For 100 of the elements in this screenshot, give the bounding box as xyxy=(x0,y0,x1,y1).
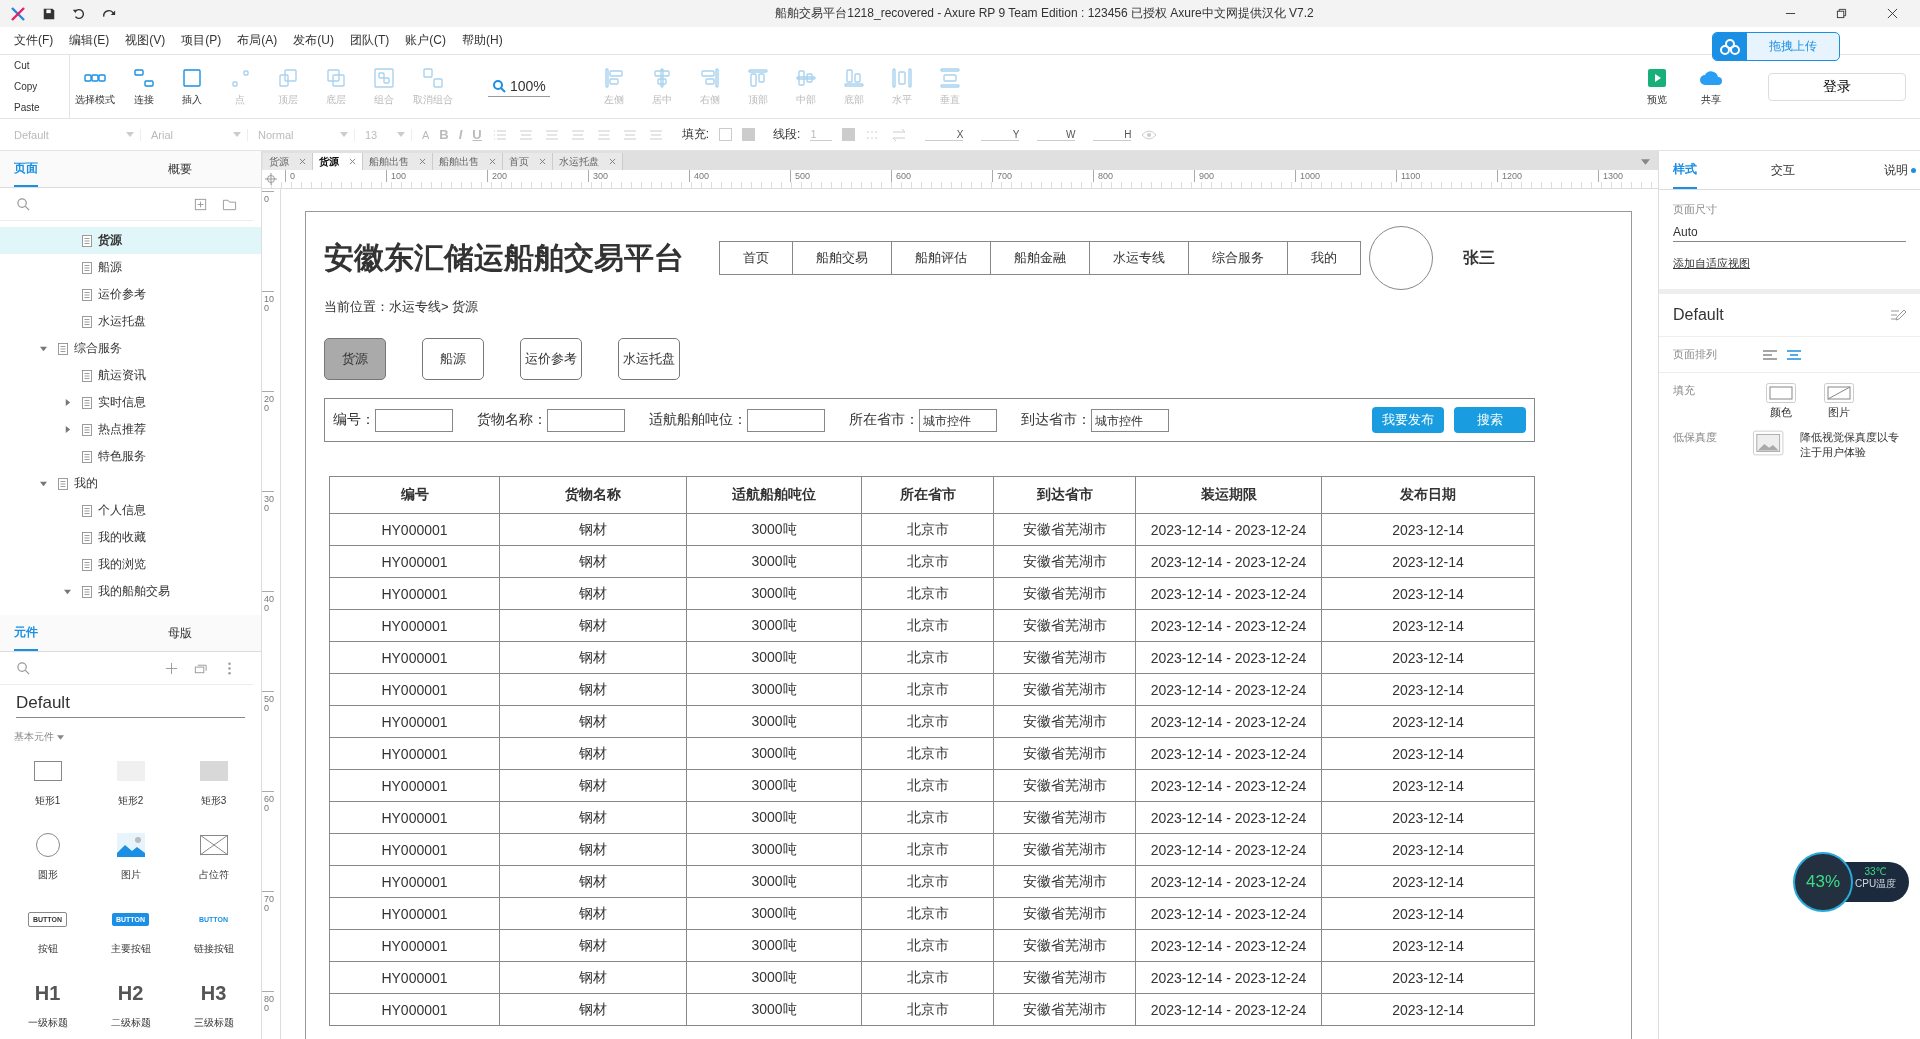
clipboard-button[interactable]: Cut xyxy=(14,60,69,71)
input-field[interactable] xyxy=(375,408,453,432)
nav-item[interactable]: 首页 xyxy=(720,242,793,274)
menu-item[interactable]: 账户(C) xyxy=(397,32,454,49)
page-item[interactable]: 热点推荐 xyxy=(0,416,261,443)
page-tab[interactable]: 水运托盘 xyxy=(553,153,623,170)
nav-item[interactable]: 船舶评估 xyxy=(892,242,991,274)
page-item[interactable]: 我的浏览 xyxy=(0,551,261,578)
nav-item[interactable]: 我的 xyxy=(1288,242,1360,274)
image-fill-icon[interactable] xyxy=(1824,383,1854,403)
input-field[interactable]: 城市控件 xyxy=(919,408,997,432)
coordinate-field[interactable]: X xyxy=(925,128,964,141)
adaptive-view-link[interactable]: 添加自适应视图 xyxy=(1673,256,1906,271)
login-button[interactable]: 登录 xyxy=(1768,72,1906,101)
page-item[interactable]: 船源 xyxy=(0,254,261,281)
menu-item[interactable]: 文件(F) xyxy=(6,32,62,49)
page-item[interactable]: 运价参考 xyxy=(0,281,261,308)
caret-icon[interactable] xyxy=(63,426,71,433)
sub-tab[interactable]: 船源 xyxy=(422,338,484,380)
section-label[interactable]: 基本元件 xyxy=(14,730,54,744)
line-color-swatch[interactable] xyxy=(842,128,856,141)
color-fill-icon[interactable] xyxy=(1766,383,1796,403)
sub-tab[interactable]: 货源 xyxy=(324,338,386,380)
toolbar-button[interactable]: 连接 xyxy=(125,66,163,107)
page-tab[interactable]: 首页 xyxy=(503,153,553,170)
caret-icon[interactable] xyxy=(39,345,47,352)
maximize-icon[interactable] xyxy=(1836,8,1847,19)
panel-tab[interactable]: 说明 xyxy=(1827,152,1920,188)
menu-item[interactable]: 布局(A) xyxy=(229,32,286,49)
sub-tab[interactable]: 运价参考 xyxy=(520,338,582,380)
page-size-dropdown[interactable]: Auto xyxy=(1673,217,1906,242)
edit-icon[interactable] xyxy=(1890,307,1906,323)
image-icon[interactable] xyxy=(1753,430,1784,456)
menu-item[interactable]: 视图(V) xyxy=(117,32,174,49)
widget-item[interactable]: 图片 xyxy=(89,830,172,882)
caret-icon[interactable] xyxy=(63,588,71,595)
coordinate-field[interactable]: W xyxy=(1037,128,1076,141)
search-icon[interactable] xyxy=(16,660,31,676)
panel-tab[interactable]: 概要 xyxy=(98,152,261,186)
clipboard-button[interactable]: Copy xyxy=(14,81,69,92)
widget-item[interactable]: 矩形2 xyxy=(89,756,172,808)
save-icon[interactable] xyxy=(42,6,56,21)
fill-swatch[interactable] xyxy=(719,128,733,141)
page-item[interactable]: 货源 xyxy=(0,227,261,254)
nav-item[interactable]: 船舶金融 xyxy=(991,242,1090,274)
library-dropdown[interactable]: Default xyxy=(16,693,245,718)
page-tab[interactable]: 船舶出售 xyxy=(433,153,503,170)
nav-item[interactable]: 水运专线 xyxy=(1090,242,1189,274)
undo-icon[interactable] xyxy=(72,6,86,21)
align-left-icon[interactable] xyxy=(1763,349,1777,360)
menu-item[interactable]: 编辑(E) xyxy=(61,32,118,49)
menu-item[interactable]: 项目(P) xyxy=(173,32,230,49)
page-item[interactable]: 个人信息 xyxy=(0,497,261,524)
caret-icon[interactable] xyxy=(1641,159,1650,165)
widget-item[interactable]: 占位符 xyxy=(172,830,255,882)
page-item[interactable]: 特色服务 xyxy=(0,443,261,470)
input-field[interactable] xyxy=(547,408,625,432)
page-tab[interactable]: 货源 xyxy=(313,153,363,170)
search-icon[interactable] xyxy=(16,196,31,212)
widget-item[interactable]: 矩形1 xyxy=(6,756,89,808)
page-item[interactable]: 实时信息 xyxy=(0,389,261,416)
caret-icon[interactable] xyxy=(57,734,64,740)
page-tab[interactable]: 货源 xyxy=(263,153,313,170)
widget-item[interactable]: H2 二级标题 xyxy=(89,978,172,1030)
widget-item[interactable]: 圆形 xyxy=(6,830,89,882)
input-field[interactable]: 城市控件 xyxy=(1091,408,1169,432)
page-tab[interactable]: 船舶出售 xyxy=(363,153,433,170)
menu-item[interactable]: 团队(T) xyxy=(342,32,398,49)
caret-icon[interactable] xyxy=(39,480,47,487)
nav-item[interactable]: 综合服务 xyxy=(1189,242,1288,274)
shadow-swatch[interactable] xyxy=(742,128,756,141)
coordinate-field[interactable]: H xyxy=(1093,128,1132,141)
page-item[interactable]: 综合服务 xyxy=(0,335,261,362)
toolbar-button[interactable]: 预览 xyxy=(1638,66,1676,107)
page-item[interactable]: 航运资讯 xyxy=(0,362,261,389)
toolbar-button[interactable]: 共享 xyxy=(1692,66,1730,107)
menu-item[interactable]: 帮助(H) xyxy=(454,32,511,49)
toolbar-button[interactable]: 插入 xyxy=(173,66,211,107)
plus-icon[interactable] xyxy=(164,660,179,676)
widget-item[interactable]: 矩形3 xyxy=(172,756,255,808)
caret-icon[interactable] xyxy=(63,399,71,406)
page-item[interactable]: 我的收藏 xyxy=(0,524,261,551)
menu-item[interactable]: 发布(U) xyxy=(285,32,342,49)
nav-item[interactable]: 船舶交易 xyxy=(793,242,892,274)
clipboard-button[interactable]: Paste xyxy=(14,102,69,113)
widget-item[interactable]: H1 一级标题 xyxy=(6,978,89,1030)
zoom-dropdown[interactable]: 100% xyxy=(488,76,550,97)
page-item[interactable]: 我的船舶交易 xyxy=(0,578,261,605)
page-item[interactable]: 我的 xyxy=(0,470,261,497)
widget-item[interactable]: H3 三级标题 xyxy=(172,978,255,1030)
panel-tab[interactable]: 母版 xyxy=(98,616,261,650)
align-center-icon[interactable] xyxy=(1787,349,1801,360)
panel-tab[interactable]: 交互 xyxy=(1739,152,1828,188)
page-item[interactable]: 水运托盘 xyxy=(0,308,261,335)
add-page-icon[interactable] xyxy=(193,196,208,212)
close-icon[interactable] xyxy=(1887,8,1898,19)
coordinate-field[interactable]: Y xyxy=(981,128,1020,141)
toolbar-button[interactable]: 选择模式 xyxy=(75,66,115,107)
sub-tab[interactable]: 水运托盘 xyxy=(618,338,680,380)
input-field[interactable] xyxy=(747,408,825,432)
